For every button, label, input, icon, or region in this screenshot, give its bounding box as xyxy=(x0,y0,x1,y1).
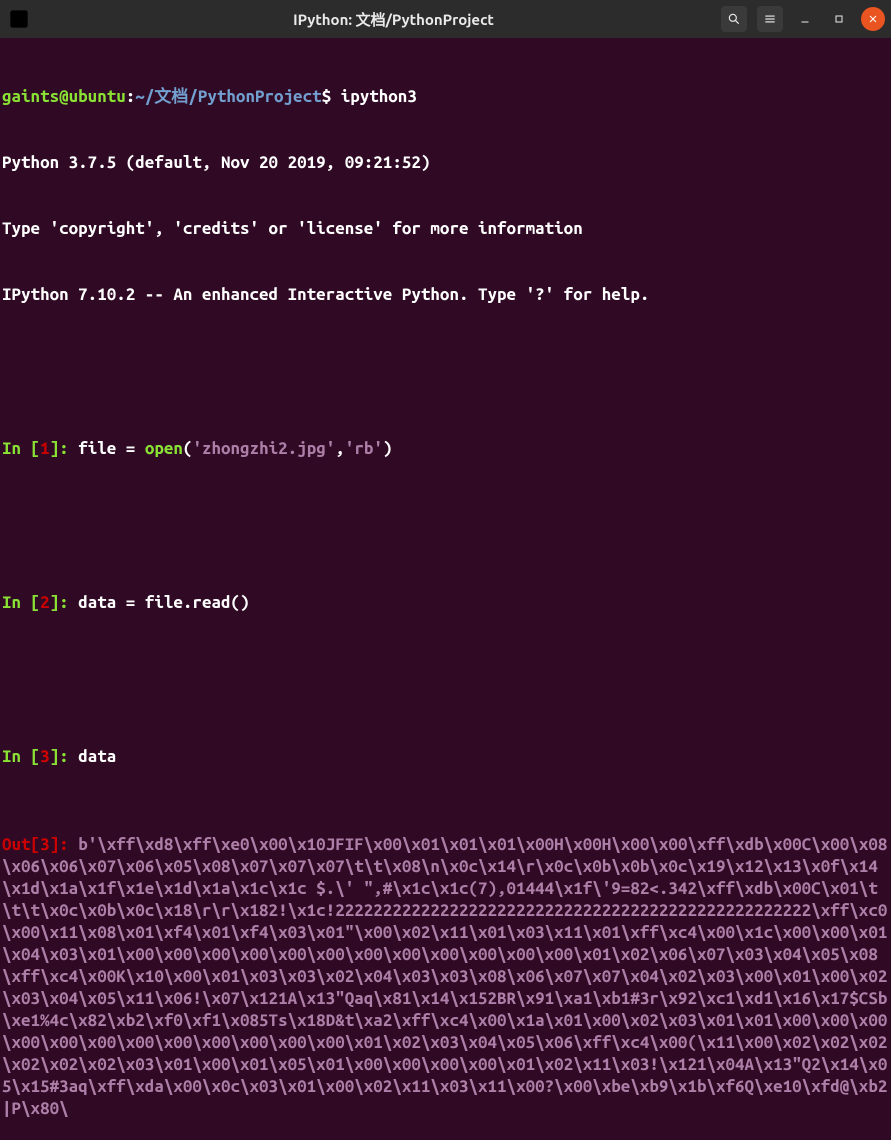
terminal-viewport[interactable]: gaints@ubuntu:~/文档/PythonProject$ ipytho… xyxy=(0,38,891,1140)
search-icon xyxy=(727,12,741,26)
new-tab-icon xyxy=(6,6,32,32)
maximize-button[interactable] xyxy=(827,7,851,31)
ipython-in-3: In [3]: data xyxy=(2,746,889,768)
prompt-user-host: gaints@ubuntu xyxy=(2,87,126,106)
minimize-icon xyxy=(799,13,811,25)
menu-button[interactable] xyxy=(757,6,783,32)
maximize-icon xyxy=(833,13,845,25)
prompt-dollar: $ xyxy=(322,87,332,106)
shell-command: ipython3 xyxy=(341,87,417,106)
ipython-out-3: Out[3]: b'\xff\xd8\xff\xe0\x00\x10JFIF\x… xyxy=(2,834,889,1120)
banner-line: Type 'copyright', 'credits' or 'license'… xyxy=(2,218,889,240)
blank-line xyxy=(2,350,889,372)
ipython-in-1: In [1]: file = open('zhongzhi2.jpg','rb'… xyxy=(2,438,889,460)
banner-line: Python 3.7.5 (default, Nov 20 2019, 09:2… xyxy=(2,152,889,174)
search-button[interactable] xyxy=(721,6,747,32)
banner-line: IPython 7.10.2 -- An enhanced Interactiv… xyxy=(2,284,889,306)
blank-line xyxy=(2,504,889,526)
minimize-button[interactable] xyxy=(793,7,817,31)
ipython-in-2: In [2]: data = file.read() xyxy=(2,592,889,614)
window-titlebar: IPython: 文档/PythonProject xyxy=(0,0,891,38)
blank-line xyxy=(2,658,889,680)
window-title: IPython: 文档/PythonProject xyxy=(72,9,715,30)
shell-prompt-line: gaints@ubuntu:~/文档/PythonProject$ ipytho… xyxy=(2,86,889,108)
close-button[interactable] xyxy=(861,7,885,31)
prompt-path: ~/文档/PythonProject xyxy=(135,87,321,106)
new-tab-button[interactable] xyxy=(6,6,32,32)
close-icon xyxy=(867,13,879,25)
hamburger-icon xyxy=(763,12,777,26)
bytes-output: b'\xff\xd8\xff\xe0\x00\x10JFIF\x00\x01\x… xyxy=(2,835,887,1118)
